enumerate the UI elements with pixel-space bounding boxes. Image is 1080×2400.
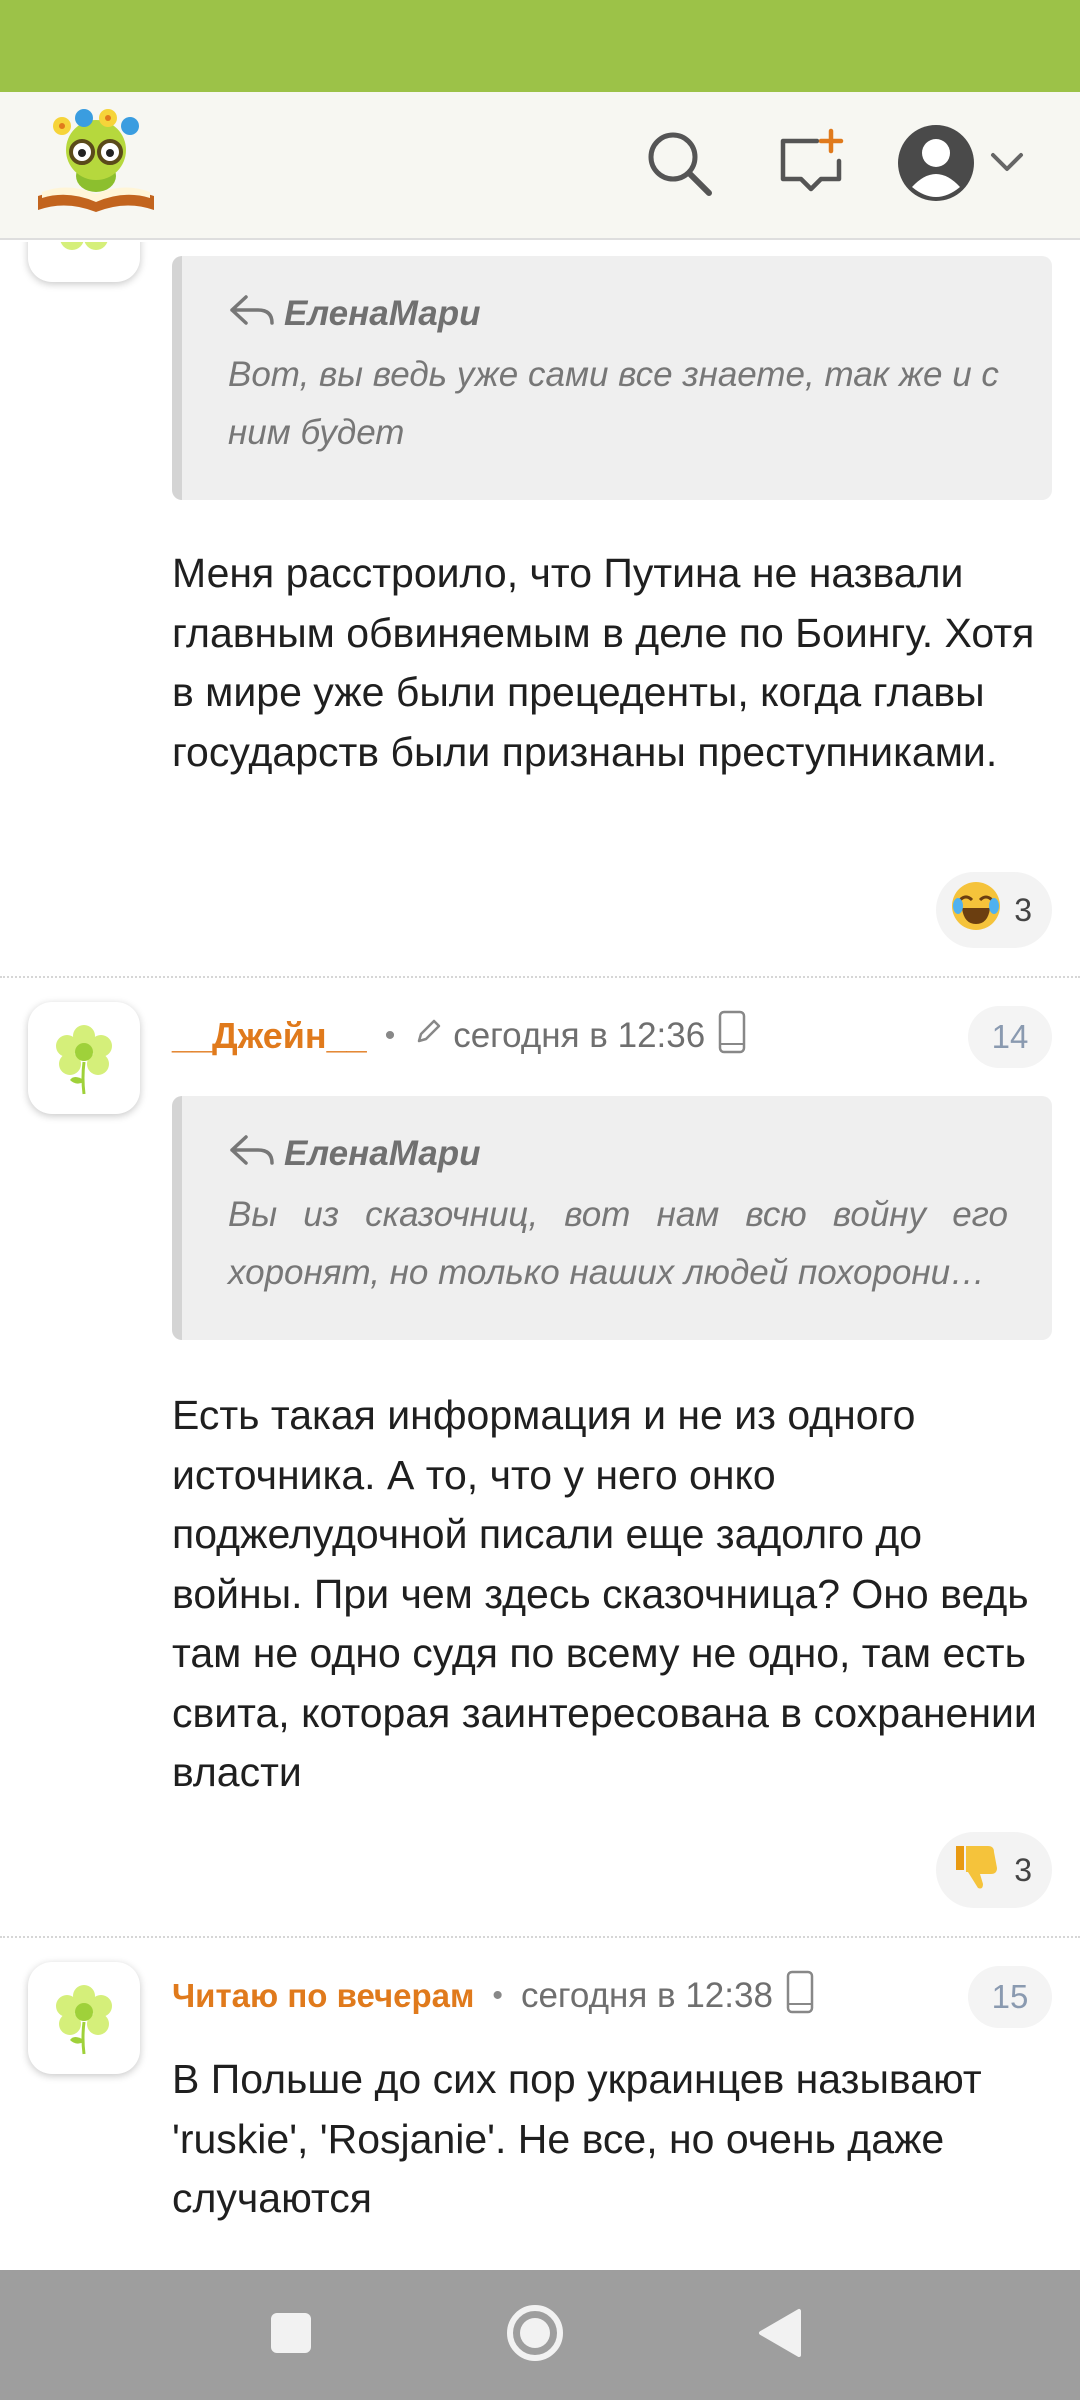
comment-meta: Читаю по вечерам • сегодня в 12:38 (172, 1964, 815, 2028)
home-icon (505, 2303, 565, 2368)
new-post-icon (775, 127, 847, 204)
avatar[interactable] (28, 242, 140, 282)
mobile-device-icon (717, 1009, 747, 1064)
avatar[interactable] (28, 1002, 140, 1114)
comment-number-badge[interactable]: 14 (968, 1006, 1052, 1068)
comment-time[interactable]: сегодня в 12:36 (453, 1016, 705, 1056)
search-button[interactable] (636, 122, 722, 208)
quote-text: Вот, вы ведь уже сами все знаете, так же… (228, 355, 999, 452)
comment-divider (0, 1936, 1080, 1938)
comment-divider (0, 976, 1080, 978)
reaction-button[interactable]: 3 (936, 1832, 1052, 1908)
avatar[interactable] (28, 1962, 140, 2074)
new-post-button[interactable] (768, 122, 854, 208)
mobile-device-icon (785, 1969, 815, 2024)
reply-quote[interactable]: ЕленаМари Вот, вы ведь уже сами все знае… (172, 256, 1052, 500)
reply-arrow-icon (228, 293, 284, 336)
meta-separator: • (492, 1979, 503, 2012)
reaction-count: 3 (1014, 891, 1032, 928)
quote-text: Вы из сказочниц, вот нам всю войну его х… (228, 1195, 1008, 1292)
search-icon (643, 127, 715, 204)
comment-text: Меня расстроило, что Путина не назвали г… (172, 550, 1035, 775)
recent-apps-button[interactable] (248, 2292, 334, 2378)
reply-arrow-icon (228, 1133, 284, 1176)
comments-feed[interactable]: ЕленаМари Вот, вы ведь уже сами все знае… (0, 242, 1080, 2270)
meta-separator: • (384, 1019, 396, 1052)
quote-author-name[interactable]: ЕленаМари (284, 1134, 481, 1174)
app-header (0, 92, 1080, 240)
recent-apps-icon (269, 2311, 313, 2360)
comment-text: Есть такая информация и не из одного ист… (172, 1392, 1037, 1795)
back-icon (755, 2307, 803, 2364)
system-navigation-bar (0, 2270, 1080, 2400)
comment-number-badge[interactable]: 15 (968, 1966, 1052, 2028)
comment-meta: __Джейн__ • сегодня в 12:36 (172, 1004, 747, 1068)
reply-quote[interactable]: ЕленаМари Вы из сказочниц, вот нам всю в… (172, 1096, 1052, 1340)
reaction-count: 3 (1014, 1851, 1032, 1888)
profile-menu-button[interactable] (896, 122, 1036, 208)
quote-author: ЕленаМари (228, 292, 1008, 336)
profile-avatar-icon (896, 123, 976, 208)
comment-text: В Польше до сих пор украинцев называют '… (172, 2056, 982, 2221)
comment-author[interactable]: __Джейн__ (172, 1015, 367, 1057)
chevron-down-icon (990, 151, 1024, 180)
reaction-button[interactable]: 3 (936, 872, 1052, 948)
quote-author-name[interactable]: ЕленаМари (284, 294, 481, 334)
thumbs-down-icon (950, 1840, 1002, 1900)
edited-pencil-icon (413, 1016, 443, 1056)
comment-time[interactable]: сегодня в 12:38 (521, 1976, 773, 2016)
site-logo[interactable] (32, 108, 160, 220)
home-button[interactable] (492, 2292, 578, 2378)
quote-author: ЕленаМари (228, 1132, 1008, 1176)
back-button[interactable] (736, 2292, 822, 2378)
laughing-emoji-icon (950, 880, 1002, 940)
status-bar (0, 0, 1080, 92)
comment-author[interactable]: Читаю по вечерам (172, 1977, 474, 2015)
